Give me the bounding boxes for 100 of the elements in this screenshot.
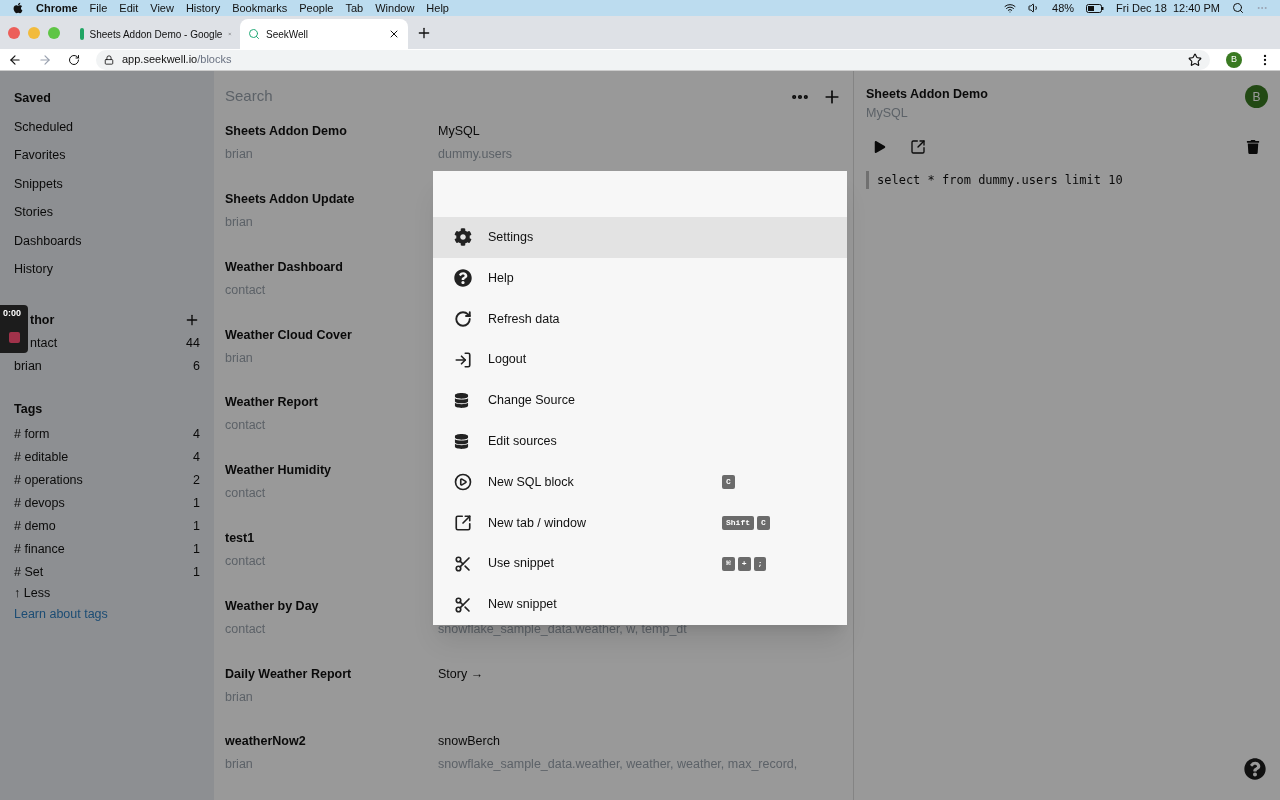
less-link[interactable]: ↑ Less: [14, 583, 200, 605]
menu-item[interactable]: Edit: [119, 0, 139, 17]
command-item[interactable]: New SQL block C: [433, 461, 847, 503]
block-source: snowBerch: [438, 733, 501, 751]
block-author: contact: [225, 485, 267, 503]
profile-avatar[interactable]: B: [1226, 51, 1242, 68]
address-bar[interactable]: app.seekwell.io/blocks: [96, 49, 1210, 70]
command-item[interactable]: New tab / window Shift C: [433, 502, 847, 544]
block-author: brian: [225, 756, 254, 774]
app-menu[interactable]: Chrome: [36, 0, 78, 17]
new-tab-icon[interactable]: [416, 25, 432, 41]
menu-item[interactable]: Help: [426, 0, 449, 17]
scissors-icon: [454, 554, 472, 573]
sidebar-item[interactable]: Dashboards: [14, 231, 200, 260]
command-label: Refresh data: [488, 310, 561, 328]
external-link-icon: [454, 513, 472, 532]
menu-item[interactable]: Window: [375, 0, 415, 17]
url-text: app.seekwell.io/blocks: [122, 52, 232, 68]
block-detail: dummy.users: [438, 146, 513, 164]
tag-item[interactable]: # operations 2: [14, 468, 200, 492]
command-label: Edit sources: [488, 433, 558, 450]
command-label: New SQL block: [488, 473, 575, 491]
sidebar-item[interactable]: Scheduled: [14, 117, 200, 146]
block-author: contact: [225, 552, 267, 570]
user-avatar[interactable]: B: [1245, 85, 1268, 108]
command-item[interactable]: Logout: [433, 339, 847, 381]
command-item[interactable]: Help: [433, 257, 847, 299]
menu-item[interactable]: Bookmarks: [232, 0, 288, 17]
wifi-icon[interactable]: [1004, 2, 1017, 14]
block-source: MySQL: [438, 123, 481, 141]
block-source: Story →: [438, 665, 485, 683]
menu-clock: Fri Dec 18 12:40 PM: [1116, 0, 1220, 16]
command-item[interactable]: Use snippet ⌘ + ;: [433, 543, 847, 585]
refresh-icon: [454, 310, 472, 328]
command-label: Logout: [488, 351, 528, 369]
block-author: contact: [225, 417, 267, 435]
block-author: contact: [225, 620, 267, 638]
tag-item[interactable]: # devops 1: [14, 491, 200, 515]
run-icon[interactable]: [874, 140, 886, 153]
bookmark-star-icon[interactable]: [1188, 52, 1202, 67]
gear-icon: [454, 228, 472, 247]
block-author: brian: [225, 214, 254, 232]
play-circle-icon: [454, 473, 472, 492]
section-heading: Tags: [14, 400, 44, 418]
command-label: Change Source: [488, 392, 576, 410]
command-item[interactable]: Edit sources: [433, 421, 847, 462]
tag-item[interactable]: # editable 4: [14, 445, 200, 469]
block-title[interactable]: Daily Weather Report: [225, 664, 438, 688]
recording-time: 0:00: [2, 307, 22, 320]
sidebar-item[interactable]: History: [14, 260, 200, 289]
search-icon[interactable]: [1232, 2, 1244, 14]
database-icon: [454, 433, 469, 449]
block-title[interactable]: weatherNow2: [225, 732, 438, 756]
sidebar-item[interactable]: Favorites: [14, 146, 200, 175]
search-field[interactable]: Search: [225, 85, 790, 108]
menu-item[interactable]: View: [150, 0, 174, 17]
command-item[interactable]: Settings: [433, 217, 847, 258]
sidebar-item[interactable]: Snippets: [14, 174, 200, 203]
external-link-icon[interactable]: [910, 138, 926, 155]
block-title[interactable]: Sheets Addon Demo: [225, 122, 438, 146]
trash-icon[interactable]: [1246, 139, 1260, 154]
browser-tab[interactable]: Sheets Addon Demo - Google: [72, 19, 240, 49]
command-label: Use snippet: [488, 555, 555, 573]
detail-source: MySQL: [866, 104, 909, 122]
tag-item[interactable]: # form 4: [14, 422, 200, 446]
stop-icon[interactable]: [8, 332, 20, 343]
menu-item[interactable]: History: [185, 0, 221, 17]
lock-icon: [104, 54, 114, 65]
block-author: brian: [225, 349, 254, 367]
command-item[interactable]: Change Source: [433, 380, 847, 421]
sidebar-item[interactable]: Saved: [14, 89, 200, 118]
add-icon[interactable]: [184, 312, 200, 328]
block-author: brian: [225, 688, 254, 706]
menu-item[interactable]: File: [89, 0, 108, 17]
tag-item[interactable]: # Set 1: [14, 560, 200, 584]
tag-item[interactable]: # finance 1: [14, 537, 200, 561]
browser-tab[interactable]: SeekWell: [240, 19, 408, 49]
author-item[interactable]: brian 6: [14, 354, 200, 378]
battery-percent: 48%: [1052, 0, 1075, 16]
scissors-icon: [454, 595, 472, 614]
command-label: New snippet: [488, 596, 558, 614]
back-icon[interactable]: [8, 52, 22, 67]
battery-icon[interactable]: [1086, 3, 1105, 13]
command-item[interactable]: Refresh data: [433, 298, 847, 340]
tab-title: Sheets Addon Demo - Google: [89, 27, 223, 42]
help-icon: [454, 269, 472, 288]
sidebar-item[interactable]: Stories: [14, 203, 200, 232]
tag-item[interactable]: # demo 1: [14, 514, 200, 538]
shortcut-key: +: [737, 556, 751, 571]
apple-icon[interactable]: [12, 2, 24, 14]
block-author: brian: [225, 146, 254, 164]
recorder-widget[interactable]: 0:00: [0, 305, 28, 353]
menu-item[interactable]: Tab: [345, 0, 364, 17]
help-icon[interactable]: [1244, 758, 1266, 780]
reload-icon[interactable]: [68, 53, 80, 66]
menu-item[interactable]: People: [299, 0, 334, 17]
shortcut-key: ;: [753, 556, 767, 571]
shortcut-key: C: [757, 515, 770, 530]
command-label: New tab / window: [488, 514, 587, 532]
code-editor[interactable]: select * from dummy.users limit 10: [866, 170, 1268, 189]
